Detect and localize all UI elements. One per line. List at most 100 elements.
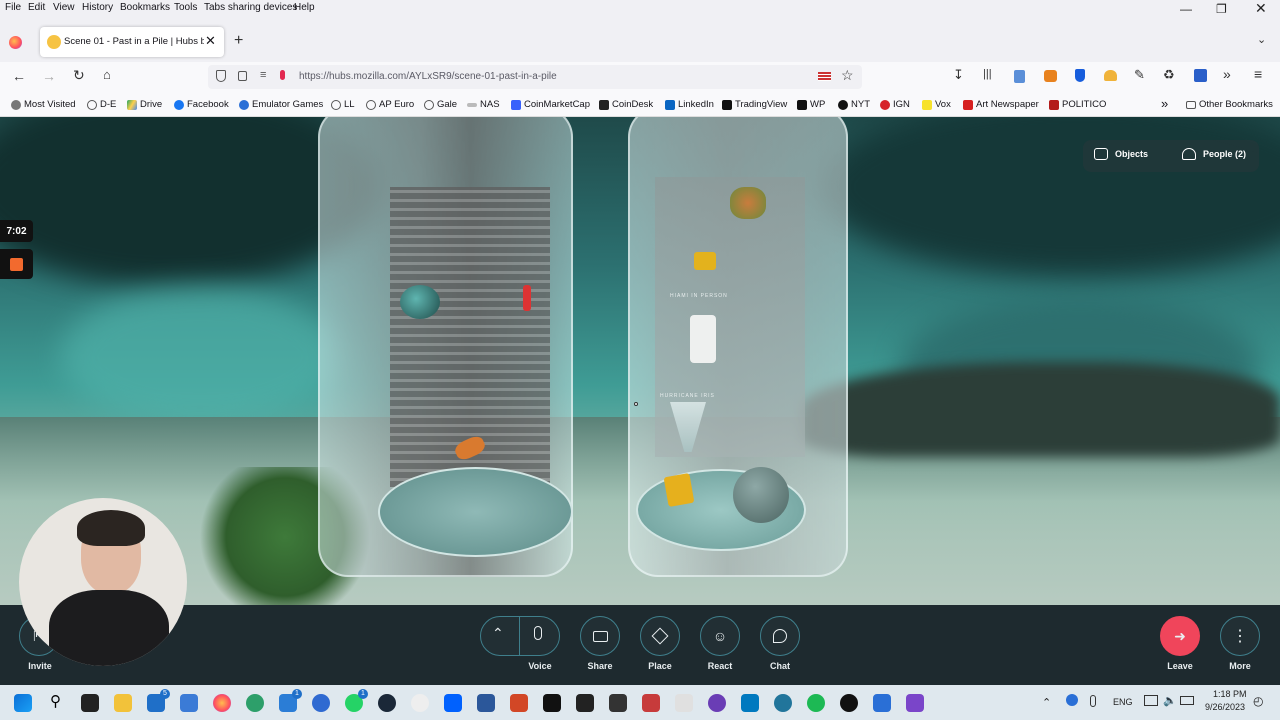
zotero-icon[interactable] xyxy=(642,694,660,712)
word-icon[interactable] xyxy=(477,694,495,712)
stop-recording-button[interactable] xyxy=(0,249,33,279)
bookmark-emulator-games[interactable]: Emulator Games xyxy=(239,99,323,110)
golden-frame-object[interactable] xyxy=(663,472,695,508)
spotify-icon[interactable] xyxy=(807,694,825,712)
plant-object[interactable] xyxy=(730,187,766,219)
volume-icon[interactable]: 🔈 xyxy=(1163,694,1177,707)
extension-hat-icon[interactable] xyxy=(1104,70,1117,81)
app-menu-icon[interactable]: ≡ xyxy=(1254,66,1262,82)
search-icon[interactable]: ⚲ xyxy=(50,692,61,710)
bookmark-linkedin[interactable]: LinkedIn xyxy=(665,99,714,110)
eyedropper-icon[interactable]: ✎ xyxy=(1134,67,1145,83)
reload-icon[interactable]: ↻ xyxy=(73,67,85,84)
trello-icon[interactable] xyxy=(741,694,759,712)
permissions-icon[interactable]: ≡ xyxy=(260,69,266,81)
overflow-chevron-icon[interactable]: » xyxy=(1223,66,1231,82)
bookmark-star-icon[interactable]: ☆ xyxy=(841,67,854,84)
menu-help[interactable]: Help xyxy=(294,2,315,13)
notes-icon[interactable] xyxy=(609,694,627,712)
bitwarden-icon[interactable] xyxy=(1075,69,1085,82)
steam-icon[interactable] xyxy=(378,694,396,712)
bookmark-most-visited[interactable]: Most Visited xyxy=(11,99,76,110)
hubs-scene-viewport[interactable]: HIAMI IN PERSON HURRICANE IRIS Objects P… xyxy=(0,117,1280,605)
notifications-icon[interactable]: ◴ xyxy=(1253,694,1263,708)
menu-view[interactable]: View xyxy=(53,2,75,13)
calendar-icon[interactable] xyxy=(180,694,198,712)
golden-frame-object[interactable] xyxy=(694,252,716,270)
bookmark-politico[interactable]: POLITICO xyxy=(1049,99,1106,110)
chat-button[interactable] xyxy=(760,616,800,656)
network-icon[interactable] xyxy=(1144,695,1158,706)
bookmarks-overflow-icon[interactable]: » xyxy=(1161,96,1168,111)
react-button[interactable]: ☺ xyxy=(700,616,740,656)
red-object[interactable] xyxy=(523,285,531,311)
bookmark-nas[interactable]: NAS xyxy=(467,99,500,110)
bookmark-tradingview[interactable]: TradingView xyxy=(722,99,787,110)
bookmark-nyt[interactable]: NYT xyxy=(838,99,870,110)
onedrive-icon[interactable] xyxy=(1066,694,1078,706)
bookmark-ap-euro[interactable]: AP Euro xyxy=(366,99,414,110)
bookmark-ll[interactable]: LL xyxy=(331,99,355,110)
library-icon[interactable]: ||| xyxy=(983,68,992,80)
voice-options-chevron-icon[interactable]: ⌃ xyxy=(492,625,504,642)
chrome-alt-icon[interactable] xyxy=(246,694,264,712)
tray-chevron-icon[interactable]: ⌃ xyxy=(1042,696,1051,709)
firefox-icon[interactable] xyxy=(9,36,22,49)
share-button[interactable] xyxy=(580,616,620,656)
reader-icon[interactable] xyxy=(1014,70,1025,83)
tab-active[interactable]: Scene 01 - Past in a Pile | Hubs by I ✕ xyxy=(40,27,224,57)
bookmark-wp[interactable]: WP xyxy=(797,99,825,110)
sync-icon[interactable] xyxy=(873,694,891,712)
tray-microphone-icon[interactable] xyxy=(1090,695,1096,707)
menu-bookmarks[interactable]: Bookmarks xyxy=(120,2,170,13)
bookmark-ign[interactable]: IGN xyxy=(880,99,910,110)
figma-icon[interactable] xyxy=(576,694,594,712)
dropbox-icon[interactable] xyxy=(444,694,462,712)
firefox-taskbar-icon[interactable] xyxy=(213,694,231,712)
battery-icon[interactable] xyxy=(1180,696,1194,705)
cortana-icon[interactable] xyxy=(312,694,330,712)
bookmark-coinmarketcap[interactable]: CoinMarketCap xyxy=(511,99,590,110)
microphone-button[interactable] xyxy=(534,626,542,640)
bookmark-drive[interactable]: Drive xyxy=(127,99,162,110)
downloads-icon[interactable]: ↧ xyxy=(953,67,964,83)
menu-tools[interactable]: Tools xyxy=(174,2,197,13)
white-column-object[interactable] xyxy=(690,315,716,363)
forward-icon[interactable]: → xyxy=(42,68,56,84)
microphone-icon[interactable] xyxy=(280,70,285,80)
list-tabs-chevron-icon[interactable]: ⌄ xyxy=(1257,33,1266,46)
alien-icon[interactable] xyxy=(411,694,429,712)
clapper-icon[interactable] xyxy=(906,694,924,712)
people-button[interactable]: People (2) xyxy=(1182,148,1246,160)
bookmark-facebook[interactable]: Facebook xyxy=(174,99,229,110)
home-icon[interactable]: ⌂ xyxy=(103,67,111,82)
new-tab-icon[interactable]: + xyxy=(234,32,243,50)
sphere-object[interactable] xyxy=(733,467,789,523)
tab-close-icon[interactable]: ✕ xyxy=(205,33,216,49)
file-explorer-icon[interactable] xyxy=(114,694,132,712)
app-icon[interactable] xyxy=(675,694,693,712)
powerpoint-icon[interactable] xyxy=(510,694,528,712)
metamask-icon[interactable] xyxy=(1044,70,1057,82)
menu-tabs-sharing[interactable]: Tabs sharing devices xyxy=(204,2,297,13)
bookmark-vox[interactable]: Vox xyxy=(922,99,951,110)
menu-history[interactable]: History xyxy=(82,2,113,13)
epic-games-icon[interactable] xyxy=(543,694,561,712)
lock-icon[interactable] xyxy=(238,71,247,81)
bookmark-coindesk[interactable]: CoinDesk xyxy=(599,99,653,110)
leave-button[interactable]: ➜ xyxy=(1160,616,1200,656)
bookmark-de[interactable]: D-E xyxy=(87,99,116,110)
url-bar[interactable]: ≡ https://hubs.mozilla.com/AYLxSR9/scene… xyxy=(208,65,862,89)
extensions-icon[interactable]: ♻ xyxy=(1163,67,1175,83)
extension-blue-icon[interactable] xyxy=(1194,69,1207,82)
close-window-icon[interactable]: ✕ xyxy=(1255,0,1267,17)
language-indicator[interactable]: ENG xyxy=(1113,697,1133,707)
bookmark-art-newspaper[interactable]: Art Newspaper xyxy=(963,99,1039,110)
place-button[interactable] xyxy=(640,616,680,656)
start-windows-icon[interactable] xyxy=(14,694,32,712)
back-icon[interactable]: ← xyxy=(12,68,26,84)
quicktime-icon[interactable] xyxy=(840,694,858,712)
bookmark-gale[interactable]: Gale xyxy=(424,99,457,110)
us-flag-icon[interactable] xyxy=(818,72,831,81)
menu-file[interactable]: File xyxy=(5,2,21,13)
